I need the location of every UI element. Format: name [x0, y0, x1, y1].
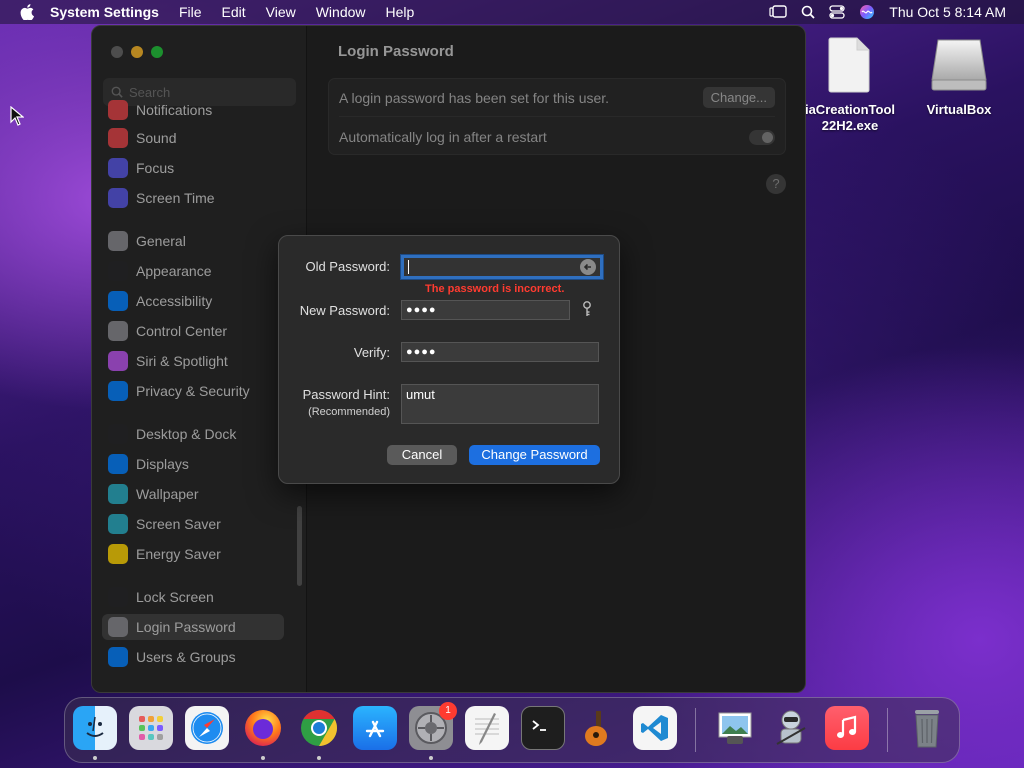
menu-file[interactable]: File — [179, 4, 202, 20]
menu-edit[interactable]: Edit — [222, 4, 246, 20]
desktop-icon-media-creation-tool[interactable]: iaCreationTool 22H2.exe — [800, 36, 900, 134]
submit-arrow-icon[interactable] — [580, 259, 596, 275]
password-hint-sublabel: (Recommended) — [308, 406, 390, 418]
disk-image-icon — [931, 39, 987, 91]
dock-safari-icon[interactable] — [185, 706, 229, 750]
change-password-submit-button[interactable]: Change Password — [469, 445, 600, 465]
siri-icon[interactable] — [859, 4, 875, 20]
change-password-dialog: Old Password: The password is incorrect.… — [278, 235, 620, 484]
menu-bar: System Settings File Edit View Window He… — [0, 0, 1024, 24]
desktop-icon-virtualbox[interactable]: VirtualBox — [915, 36, 1003, 118]
dock-textedit-icon[interactable] — [465, 706, 509, 750]
menu-view[interactable]: View — [266, 4, 296, 20]
running-indicator — [93, 756, 97, 760]
menu-window[interactable]: Window — [316, 4, 366, 20]
new-password-value: ●●●● — [406, 304, 437, 316]
dock-launchpad-icon[interactable] — [129, 706, 173, 750]
document-file-icon — [828, 37, 870, 93]
apple-logo-icon[interactable] — [20, 4, 34, 20]
dock-preview-icon[interactable] — [713, 706, 757, 750]
old-password-label: Old Password: — [305, 259, 390, 274]
menu-help[interactable]: Help — [386, 4, 415, 20]
dock-chrome-icon[interactable] — [297, 706, 341, 750]
dock-app-store-icon[interactable] — [353, 706, 397, 750]
dock-finder-icon[interactable] — [73, 706, 117, 750]
menu-clock[interactable]: Thu Oct 5 8:14 AM — [889, 4, 1006, 20]
dock-trash-icon[interactable] — [905, 706, 949, 750]
text-caret — [408, 260, 409, 274]
password-error-message: The password is incorrect. — [425, 283, 565, 295]
new-password-label: New Password: — [299, 303, 390, 318]
dock-system-settings-icon[interactable]: 1 — [409, 702, 457, 750]
verify-password-field[interactable]: ●●●● — [401, 342, 599, 362]
dock-separator — [695, 708, 696, 752]
key-icon[interactable] — [582, 301, 592, 317]
mouse-pointer-icon — [10, 106, 24, 126]
dock-garageband-icon[interactable] — [577, 706, 621, 750]
password-hint-field[interactable]: umut — [401, 384, 599, 424]
dock-music-icon[interactable] — [825, 706, 869, 750]
desktop-icon-label: iaCreationTool — [804, 102, 896, 117]
verify-password-value: ●●●● — [406, 346, 437, 358]
notification-badge: 1 — [439, 702, 457, 720]
verify-label: Verify: — [353, 345, 390, 360]
old-password-field[interactable] — [401, 255, 603, 279]
dock: 1 — [64, 697, 960, 763]
new-password-field[interactable]: ●●●● — [401, 300, 570, 320]
running-indicator — [261, 756, 265, 760]
stage-manager-icon[interactable] — [769, 5, 787, 19]
dock-separator — [887, 708, 888, 752]
password-hint-label: Password Hint: — [302, 387, 390, 402]
desktop-icon-label: 22H2.exe — [821, 118, 879, 133]
running-indicator — [429, 756, 433, 760]
control-center-icon[interactable] — [829, 5, 845, 19]
running-indicator — [317, 756, 321, 760]
dock-terminal-icon[interactable] — [521, 706, 565, 750]
menu-app-name[interactable]: System Settings — [50, 4, 159, 20]
password-hint-value: umut — [406, 387, 435, 402]
dock-vscode-icon[interactable] — [633, 706, 677, 750]
desktop-icon-label: VirtualBox — [926, 102, 992, 117]
dock-firefox-icon[interactable] — [241, 706, 285, 750]
search-icon[interactable] — [801, 5, 815, 19]
cancel-button[interactable]: Cancel — [387, 445, 457, 465]
dock-automator-icon[interactable] — [769, 706, 813, 750]
